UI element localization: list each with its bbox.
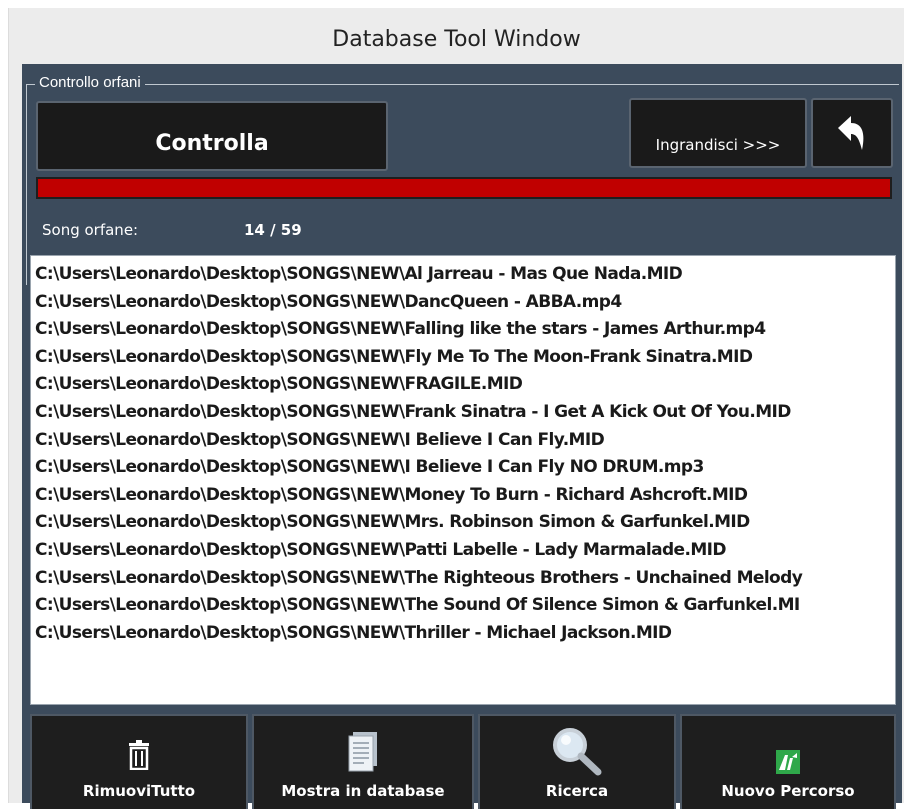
new-path-icon [776, 750, 800, 774]
list-item[interactable]: C:\Users\Leonardo\Desktop\SONGS\NEW\Fall… [35, 316, 895, 344]
check-button[interactable]: Controlla [36, 101, 388, 171]
list-item[interactable]: C:\Users\Leonardo\Desktop\SONGS\NEW\The … [35, 592, 895, 620]
show-in-database-label: Mostra in database [281, 782, 445, 800]
check-button-label: Controlla [155, 130, 269, 156]
new-path-button[interactable]: Nuovo Percorso [680, 714, 896, 809]
list-item[interactable]: C:\Users\Leonardo\Desktop\SONGS\NEW\Patt… [35, 537, 895, 565]
list-item[interactable]: C:\Users\Leonardo\Desktop\SONGS\NEW\Al J… [35, 261, 895, 289]
database-tool-window: Database Tool Window Controllo orfani Co… [8, 8, 904, 809]
list-item[interactable]: C:\Users\Leonardo\Desktop\SONGS\NEW\The … [35, 565, 895, 593]
bottom-toolbar: RimuoviTutto Mostra in database Ricerca … [22, 708, 902, 809]
remove-all-label: RimuoviTutto [82, 782, 196, 800]
orphan-songs-count: 14 / 59 [244, 221, 302, 239]
show-in-database-button[interactable]: Mostra in database [252, 714, 474, 809]
back-button[interactable] [811, 98, 893, 168]
list-item[interactable]: C:\Users\Leonardo\Desktop\SONGS\NEW\I Be… [35, 427, 895, 455]
title-bar: Database Tool Window [9, 8, 904, 64]
list-item[interactable]: C:\Users\Leonardo\Desktop\SONGS\NEW\Danc… [35, 289, 895, 317]
document-icon [348, 732, 377, 772]
enlarge-button[interactable]: Ingrandisci >>> [629, 98, 807, 168]
new-path-label: Nuovo Percorso [721, 782, 855, 800]
progress-fill [38, 179, 890, 197]
orphan-file-list[interactable]: C:\Users\Leonardo\Desktop\SONGS\NEW\Al J… [30, 255, 896, 705]
back-arrow-icon [838, 116, 864, 150]
progress-bar [36, 177, 892, 199]
search-button[interactable]: Ricerca [478, 714, 676, 809]
list-item[interactable]: C:\Users\Leonardo\Desktop\SONGS\NEW\Mrs.… [35, 509, 895, 537]
trash-icon [129, 740, 149, 770]
list-item[interactable]: C:\Users\Leonardo\Desktop\SONGS\NEW\I Be… [35, 454, 895, 482]
list-item[interactable]: C:\Users\Leonardo\Desktop\SONGS\NEW\Fly … [35, 344, 895, 372]
list-item[interactable]: C:\Users\Leonardo\Desktop\SONGS\NEW\Fran… [35, 399, 895, 427]
list-item[interactable]: C:\Users\Leonardo\Desktop\SONGS\NEW\Thri… [35, 620, 895, 648]
orphan-songs-label: Song orfane: [42, 221, 139, 239]
list-item[interactable]: C:\Users\Leonardo\Desktop\SONGS\NEW\FRAG… [35, 371, 895, 399]
list-item[interactable]: C:\Users\Leonardo\Desktop\SONGS\NEW\Mone… [35, 482, 895, 510]
remove-all-button[interactable]: RimuoviTutto [30, 714, 248, 809]
group-legend: Controllo orfani [35, 73, 145, 93]
main-panel: Controllo orfani Controlla Ingrandisci >… [22, 64, 902, 809]
window-title: Database Tool Window [332, 26, 581, 52]
magnifier-icon [553, 728, 602, 776]
search-label: Ricerca [545, 782, 609, 800]
